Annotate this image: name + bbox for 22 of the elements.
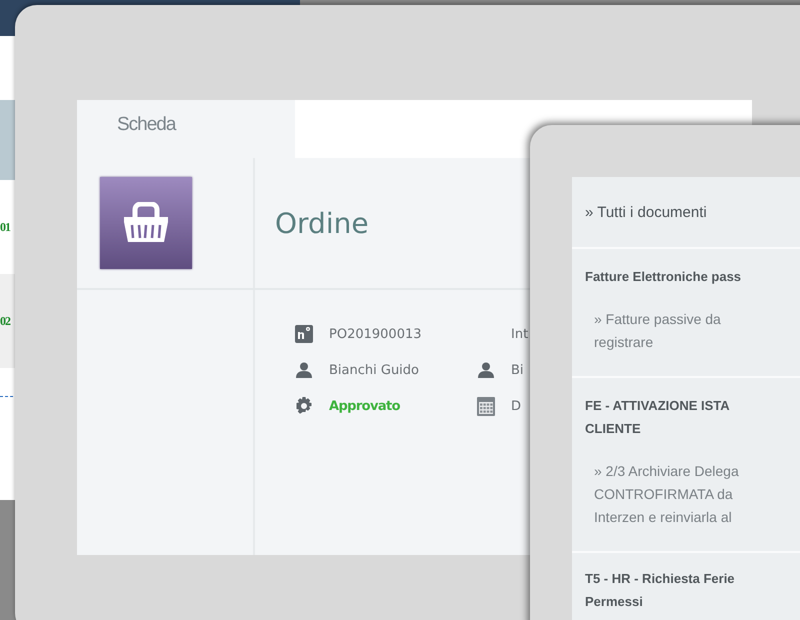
gear-icon (295, 397, 313, 415)
field-value: Int (511, 326, 528, 342)
section-heading: T5 - HR - Richiesta Ferie Permessi (572, 552, 800, 620)
section-heading: FE - ATTIVAZIONE ISTA CLIENTE (572, 377, 800, 448)
calendar-icon (477, 396, 495, 416)
field-value: Bi (511, 362, 524, 378)
status-text: Approvato (329, 398, 400, 414)
tab[interactable]: Scheda (77, 100, 295, 158)
order-number: 02 (0, 314, 10, 328)
user-icon (477, 362, 495, 378)
basket-icon (100, 177, 192, 269)
field-value: PO201900013 (329, 326, 422, 342)
field-value: D (511, 398, 522, 414)
page-title: Ordine (275, 206, 369, 240)
document-link[interactable]: » Tutti i documenti (572, 177, 800, 247)
user-icon (295, 362, 313, 378)
document-link[interactable]: » 2/3 Archiviare Delega CONTROFIRMATA da Interzen e reinviarla al (572, 448, 800, 551)
number-icon (295, 325, 313, 343)
order-number: 01 (0, 220, 10, 234)
document-link[interactable]: » Fatture passive da registrare (572, 296, 800, 376)
section-heading: Fatture Elettroniche pass (572, 248, 800, 296)
field-value: Bianchi Guido (329, 362, 419, 378)
